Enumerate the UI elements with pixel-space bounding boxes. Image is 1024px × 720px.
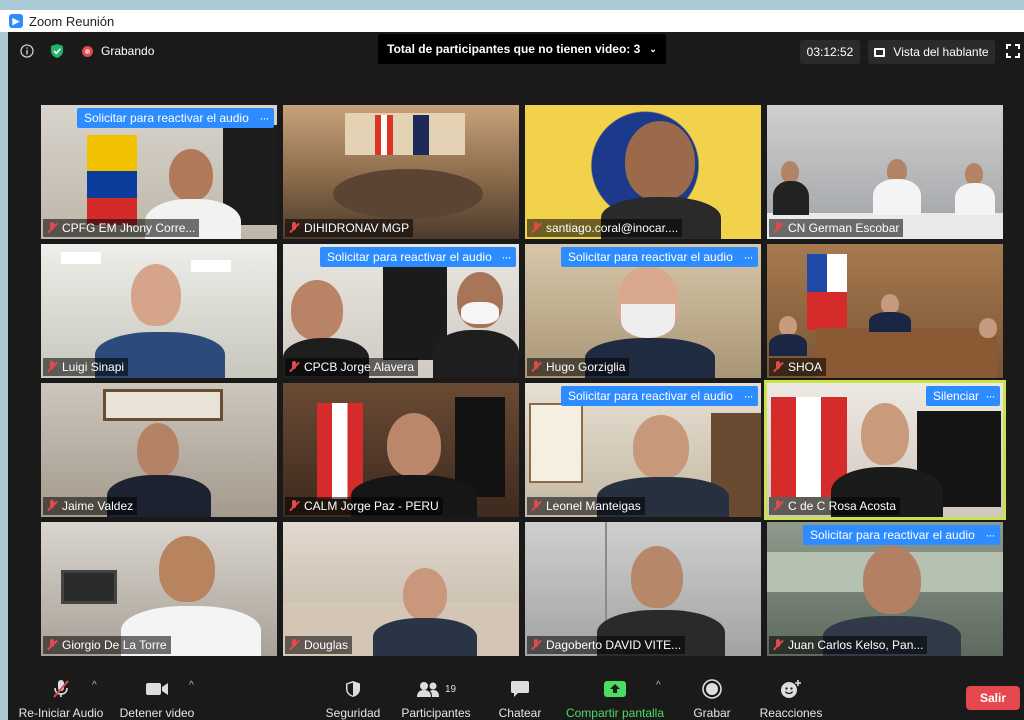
participant-tile[interactable]: CN German Escobar <box>767 105 1003 239</box>
video-options-chevron-icon[interactable]: ^ <box>189 680 194 691</box>
fullscreen-icon[interactable] <box>1006 44 1020 58</box>
zoom-meeting-window: Grabando Total de participantes que no t… <box>8 32 1024 720</box>
muted-mic-icon <box>530 639 542 651</box>
reactions-button[interactable]: Reacciones <box>756 678 826 720</box>
participant-name: DIHIDRONAV MGP <box>285 219 414 237</box>
speaker-view-label: Vista del hablante <box>893 45 989 59</box>
muted-mic-icon <box>530 361 542 373</box>
participant-tile[interactable]: CALM Jorge Paz - PERU <box>283 383 519 517</box>
participant-tile[interactable]: DIHIDRONAV MGP <box>283 105 519 239</box>
more-options-icon[interactable]: ··· <box>980 525 1000 545</box>
participants-icon: 19 <box>400 678 472 700</box>
muted-mic-icon <box>288 500 300 512</box>
more-options-icon[interactable]: ··· <box>980 386 1000 406</box>
shield-icon <box>320 678 386 700</box>
participant-name: Giorgio De La Torre <box>43 636 171 654</box>
top-bar: Grabando Total de participantes que no t… <box>8 32 1024 72</box>
muted-mic-icon <box>772 222 784 234</box>
security-button[interactable]: Seguridad <box>320 678 386 720</box>
no-video-participants-dropdown[interactable]: Total de participantes que no tienen vid… <box>378 34 666 64</box>
participant-tile[interactable]: Douglas <box>283 522 519 656</box>
leave-meeting-button[interactable]: Salir <box>966 686 1020 710</box>
participant-name: C de C Rosa Acosta <box>769 497 901 515</box>
info-icon[interactable] <box>16 40 38 62</box>
request-unmute-button[interactable]: Solicitar para reactivar el audio <box>561 386 740 406</box>
participant-name: CPFG EM Jhony Corre... <box>43 219 200 237</box>
participant-name: Luigi Sinapi <box>43 358 129 376</box>
muted-mic-icon <box>772 639 784 651</box>
participant-tile[interactable]: Solicitar para reactivar el audio ··· Ju… <box>767 522 1003 656</box>
muted-mic-icon <box>46 222 58 234</box>
participants-count: 19 <box>444 683 457 695</box>
muted-mic-icon <box>288 639 300 651</box>
meeting-timer: 03:12:52 <box>800 40 860 64</box>
emoji-plus-icon <box>756 678 826 700</box>
record-button[interactable]: Grabar <box>684 678 740 720</box>
participant-tile[interactable]: Solicitar para reactivar el audio ··· CP… <box>41 105 277 239</box>
participant-tile[interactable]: Solicitar para reactivar el audio ··· Hu… <box>525 244 761 378</box>
recording-dot-icon <box>82 45 93 57</box>
participant-name: Douglas <box>285 636 353 654</box>
mute-participant-button[interactable]: Silenciar <box>926 386 987 406</box>
request-unmute-button[interactable]: Solicitar para reactivar el audio <box>320 247 499 267</box>
speaker-view-button[interactable]: Vista del hablante <box>868 40 995 64</box>
window-titlebar: ▶ Zoom Reunión <box>0 10 1024 32</box>
chat-button[interactable]: Chatear <box>492 678 548 720</box>
zoom-logo-icon: ▶ <box>9 14 23 28</box>
record-icon <box>684 678 740 700</box>
muted-mic-icon <box>772 500 784 512</box>
more-options-icon[interactable]: ··· <box>254 108 274 128</box>
participant-tile[interactable]: Jaime Valdez <box>41 383 277 517</box>
audio-options-chevron-icon[interactable]: ^ <box>92 680 97 691</box>
more-options-icon[interactable]: ··· <box>496 247 516 267</box>
muted-mic-icon <box>772 361 784 373</box>
participants-button[interactable]: 19 Participantes <box>400 678 472 720</box>
request-unmute-button[interactable]: Solicitar para reactivar el audio <box>77 108 256 128</box>
window-title: Zoom Reunión <box>29 13 115 29</box>
meeting-controls: Re-Iniciar Audio ^ Detener video ^ Segur… <box>8 668 1024 720</box>
participant-tile[interactable]: santiago.coral@inocar.... <box>525 105 761 239</box>
more-options-icon[interactable]: ··· <box>738 247 758 267</box>
participant-tile[interactable]: Giorgio De La Torre <box>41 522 277 656</box>
participant-name: CN German Escobar <box>769 219 904 237</box>
view-grid-icon <box>874 47 886 57</box>
participant-name: CALM Jorge Paz - PERU <box>285 497 443 515</box>
participant-name: santiago.coral@inocar.... <box>527 219 683 237</box>
share-screen-button[interactable]: Compartir pantalla <box>560 678 670 720</box>
participant-tile[interactable]: Luigi Sinapi <box>41 244 277 378</box>
participant-name: Juan Carlos Kelso, Pan... <box>769 636 928 654</box>
muted-mic-icon <box>530 500 542 512</box>
muted-mic-icon <box>530 222 542 234</box>
muted-mic-icon <box>46 500 58 512</box>
request-unmute-button[interactable]: Solicitar para reactivar el audio <box>803 525 982 545</box>
more-options-icon[interactable]: ··· <box>738 386 758 406</box>
encryption-shield-icon[interactable] <box>46 40 68 62</box>
request-unmute-button[interactable]: Solicitar para reactivar el audio <box>561 247 740 267</box>
recording-indicator[interactable]: Grabando <box>82 44 154 58</box>
muted-mic-icon <box>46 639 58 651</box>
participant-name: Dagoberto DAVID VITE... <box>527 636 686 654</box>
no-video-notice: Total de participantes que no tienen vid… <box>387 42 641 56</box>
participant-name: Jaime Valdez <box>43 497 138 515</box>
participant-tile[interactable]: Dagoberto DAVID VITE... <box>525 522 761 656</box>
participant-name: SHOA <box>769 358 827 376</box>
share-screen-icon <box>560 678 670 700</box>
participant-tile[interactable]: Solicitar para reactivar el audio ··· Le… <box>525 383 761 517</box>
muted-mic-icon <box>46 361 58 373</box>
participant-tile[interactable]: SHOA <box>767 244 1003 378</box>
share-options-chevron-icon[interactable]: ^ <box>656 680 661 691</box>
participant-name: Leonel Manteigas <box>527 497 645 515</box>
chevron-down-icon: ⌄ <box>649 43 657 54</box>
participant-name: Hugo Gorziglia <box>527 358 630 376</box>
muted-mic-icon <box>288 361 300 373</box>
chat-bubble-icon <box>492 678 548 700</box>
participant-tile[interactable]: Solicitar para reactivar el audio ··· CP… <box>283 244 519 378</box>
active-speaker-tile[interactable]: Silenciar ··· C de C Rosa Acosta <box>764 380 1006 520</box>
muted-mic-icon <box>288 222 300 234</box>
recording-label: Grabando <box>101 44 155 58</box>
video-grid: Solicitar para reactivar el audio ··· CP… <box>8 72 1024 656</box>
participant-name: CPCB Jorge Alavera <box>285 358 419 376</box>
